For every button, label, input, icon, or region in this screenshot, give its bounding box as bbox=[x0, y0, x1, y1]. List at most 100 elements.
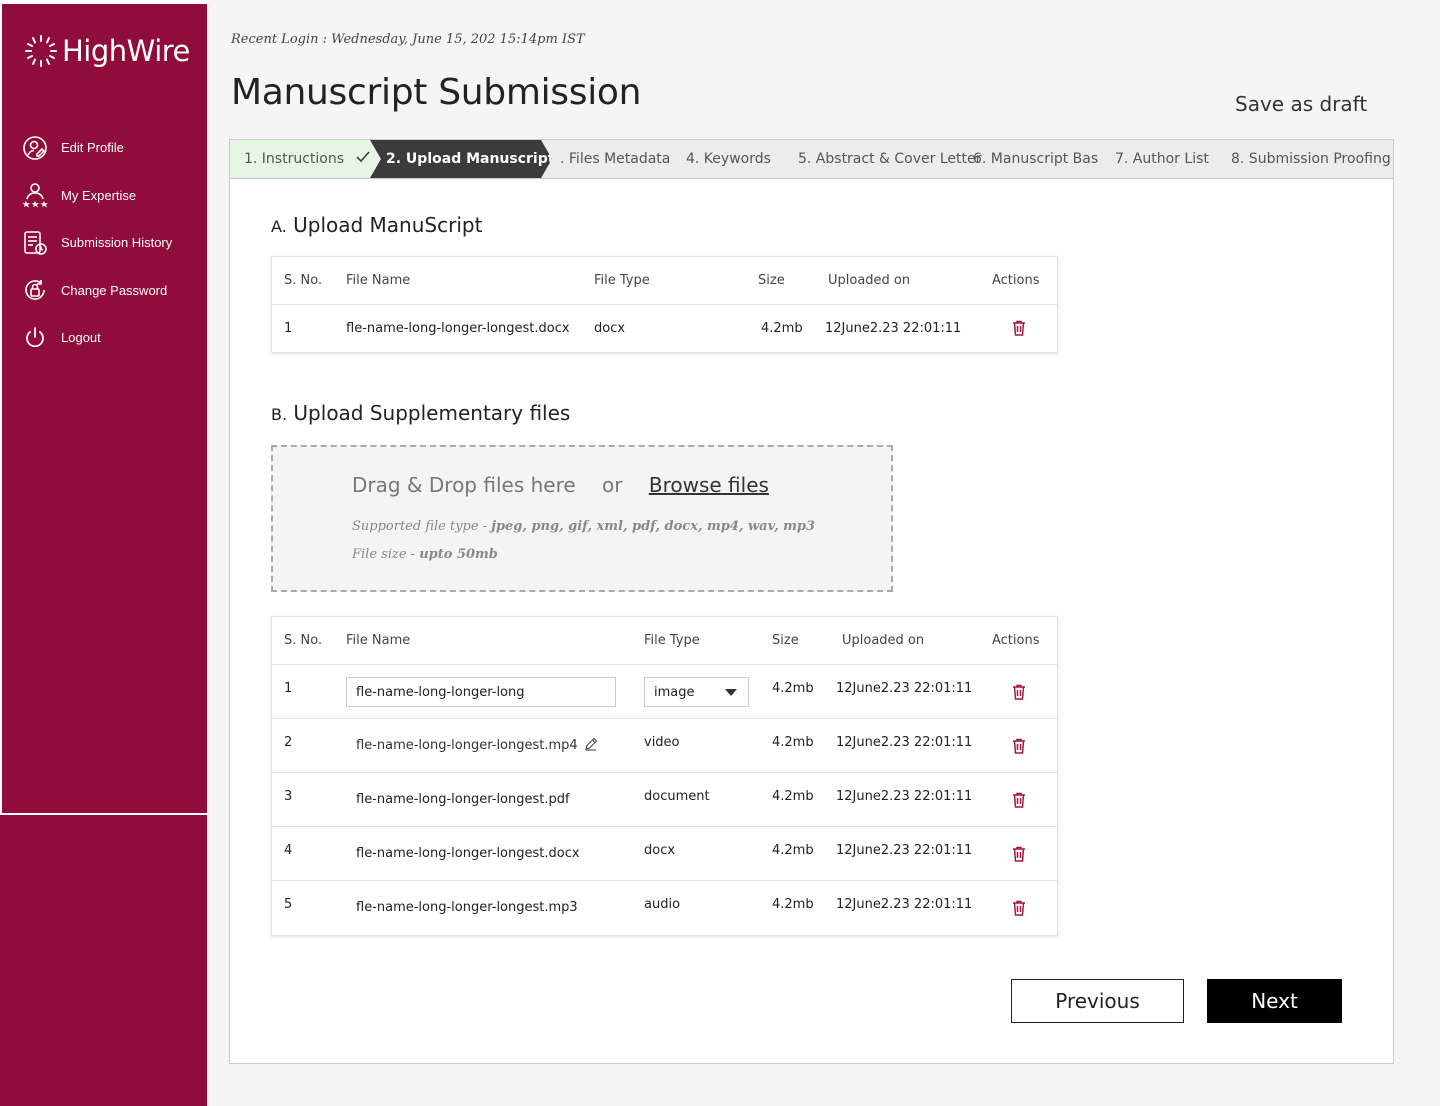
column-header: File Type bbox=[644, 633, 700, 648]
cell-file-type: docx bbox=[594, 321, 626, 336]
tab-upload-manuscript[interactable]: 2. Upload Manuscript bbox=[370, 140, 552, 178]
tab-label: 6. Manuscript Basic bbox=[973, 151, 1099, 167]
column-header: Size bbox=[772, 633, 799, 648]
cell-sno: 2 bbox=[284, 735, 293, 750]
brand-name: HighWire bbox=[62, 34, 190, 68]
brand-logo[interactable]: HighWire bbox=[22, 32, 190, 70]
table-row: 2 fle-name-long-longer-longest.mp4 video… bbox=[272, 719, 1057, 773]
cell-sno: 3 bbox=[284, 789, 293, 804]
sidebar-nav: Edit Profile My Expertise Submission His… bbox=[22, 124, 172, 362]
sidebar-item-label: Edit Profile bbox=[61, 140, 124, 156]
cell-uploaded-on: 12June2.23 22:01:11 bbox=[825, 321, 962, 336]
sidebar-item-label: Logout bbox=[61, 330, 101, 346]
table-row: 4 fle-name-long-longer-longest.docx docx… bbox=[272, 827, 1057, 881]
note-value: jpeg, png, gif, xml, pdf, docx, mp4, wav… bbox=[491, 519, 816, 534]
tab-author-list[interactable]: 7. Author List bbox=[1115, 140, 1209, 178]
dropzone-prompt: Drag & Drop files here or Browse files bbox=[352, 473, 769, 497]
note-value: upto 50mb bbox=[419, 547, 498, 562]
history-icon bbox=[22, 230, 48, 256]
cell-file-type: document bbox=[644, 789, 710, 804]
cell-file-name: fle-name-long-longer-longest.docx bbox=[346, 321, 570, 336]
cell-size: 4.2mb bbox=[772, 897, 814, 912]
cell-file-name: fle-name-long-longer-longest.docx bbox=[356, 846, 580, 861]
column-header: S. No. bbox=[284, 273, 323, 288]
sidebar-item-submission-history[interactable]: Submission History bbox=[22, 219, 172, 267]
delete-icon[interactable] bbox=[1012, 900, 1026, 916]
tab-label: . Files Metadata bbox=[560, 151, 671, 167]
cell-size: 4.2mb bbox=[761, 321, 803, 336]
column-header: Actions bbox=[992, 273, 1040, 288]
browse-files-link[interactable]: Browse files bbox=[649, 473, 769, 497]
lock-icon bbox=[22, 277, 48, 303]
tab-submission-proofing[interactable]: 8. Submission Proofing bbox=[1231, 140, 1391, 178]
chevron-down-icon bbox=[725, 689, 737, 696]
check-icon bbox=[356, 140, 371, 178]
page-title: Manuscript Submission bbox=[231, 72, 642, 113]
cell-uploaded-on: 12June2.23 22:01:11 bbox=[836, 681, 973, 696]
table-header: S. No. File Name File Type Size Uploaded… bbox=[272, 617, 1057, 665]
sidebar-item-logout[interactable]: Logout bbox=[22, 314, 172, 362]
supplementary-table: S. No. File Name File Type Size Uploaded… bbox=[271, 616, 1058, 936]
or-text: or bbox=[602, 473, 623, 497]
delete-icon[interactable] bbox=[1012, 846, 1026, 862]
sidebar-border bbox=[0, 0, 207, 815]
power-icon bbox=[22, 325, 48, 351]
section-letter: B. bbox=[271, 405, 288, 424]
column-header: File Type bbox=[594, 273, 650, 288]
cell-sno: 1 bbox=[284, 681, 293, 696]
delete-icon[interactable] bbox=[1012, 738, 1026, 754]
cell-file-type: video bbox=[644, 735, 680, 750]
drag-drop-text: Drag & Drop files here bbox=[352, 473, 576, 497]
cell-size: 4.2mb bbox=[772, 681, 814, 696]
cell-size: 4.2mb bbox=[772, 735, 814, 750]
sidebar-item-change-password[interactable]: Change Password bbox=[22, 267, 172, 315]
cell-size: 4.2mb bbox=[772, 843, 814, 858]
delete-icon[interactable] bbox=[1012, 684, 1026, 700]
sidebar-item-my-expertise[interactable]: My Expertise bbox=[22, 172, 172, 220]
tab-label: 5. Abstract & Cover Letter bbox=[798, 151, 982, 167]
tab-label: 8. Submission Proofing bbox=[1231, 151, 1391, 167]
selected-type: image bbox=[654, 684, 695, 700]
save-as-draft-button[interactable]: Save as draft bbox=[1235, 92, 1367, 116]
previous-button[interactable]: Previous bbox=[1011, 979, 1184, 1023]
table-row: 5 fle-name-long-longer-longest.mp3 audio… bbox=[272, 881, 1057, 935]
column-header: File Name bbox=[346, 273, 411, 288]
table-row: 3 fle-name-long-longer-longest.pdf docum… bbox=[272, 773, 1057, 827]
edit-profile-icon bbox=[22, 135, 48, 161]
table-header: S. No. File Name File Type Size Uploaded… bbox=[272, 257, 1057, 305]
delete-icon[interactable] bbox=[1012, 320, 1026, 336]
table-row-editing: 1 image 4.2mb 12June2.23 22:01:11 bbox=[272, 665, 1057, 719]
section-letter: A. bbox=[271, 217, 287, 236]
sidebar-item-edit-profile[interactable]: Edit Profile bbox=[22, 124, 172, 172]
column-header: Uploaded on bbox=[828, 273, 911, 288]
tab-keywords[interactable]: 4. Keywords bbox=[686, 140, 771, 178]
tab-label: 7. Author List bbox=[1115, 151, 1209, 167]
expertise-icon bbox=[22, 182, 48, 208]
column-header: S. No. bbox=[284, 633, 323, 648]
note-label: File size - bbox=[352, 547, 420, 562]
cell-sno: 4 bbox=[284, 843, 293, 858]
delete-icon[interactable] bbox=[1012, 792, 1026, 808]
cell-file-name: fle-name-long-longer-longest.pdf bbox=[356, 792, 570, 807]
sidebar-item-label: Change Password bbox=[61, 282, 168, 298]
cell-sno: 5 bbox=[284, 897, 293, 912]
column-header: Actions bbox=[992, 633, 1040, 648]
column-header: File Name bbox=[346, 633, 411, 648]
tab-label: 2. Upload Manuscript bbox=[386, 151, 555, 167]
tab-manuscript-basic[interactable]: 6. Manuscript Basic bbox=[973, 140, 1099, 178]
tab-label: 1. Instructions bbox=[244, 151, 345, 167]
tab-instructions[interactable]: 1. Instructions bbox=[230, 140, 390, 178]
section-title-text: Upload Supplementary files bbox=[293, 401, 571, 425]
file-name-input[interactable] bbox=[346, 677, 616, 707]
cell-size: 4.2mb bbox=[772, 789, 814, 804]
file-size-note: File size - upto 50mb bbox=[352, 547, 498, 562]
tab-files-metadata[interactable]: . Files Metadata bbox=[560, 140, 670, 178]
file-dropzone[interactable]: Drag & Drop files here or Browse files S… bbox=[271, 445, 893, 592]
pencil-icon[interactable] bbox=[584, 737, 598, 755]
file-type-select[interactable]: image bbox=[644, 677, 749, 707]
cell-file-type: docx bbox=[644, 843, 676, 858]
section-a-title: A. Upload ManuScript bbox=[271, 213, 482, 237]
tab-abstract-cover-letter[interactable]: 5. Abstract & Cover Letter bbox=[798, 140, 981, 178]
next-button[interactable]: Next bbox=[1207, 979, 1342, 1023]
cell-uploaded-on: 12June2.23 22:01:11 bbox=[836, 735, 973, 750]
